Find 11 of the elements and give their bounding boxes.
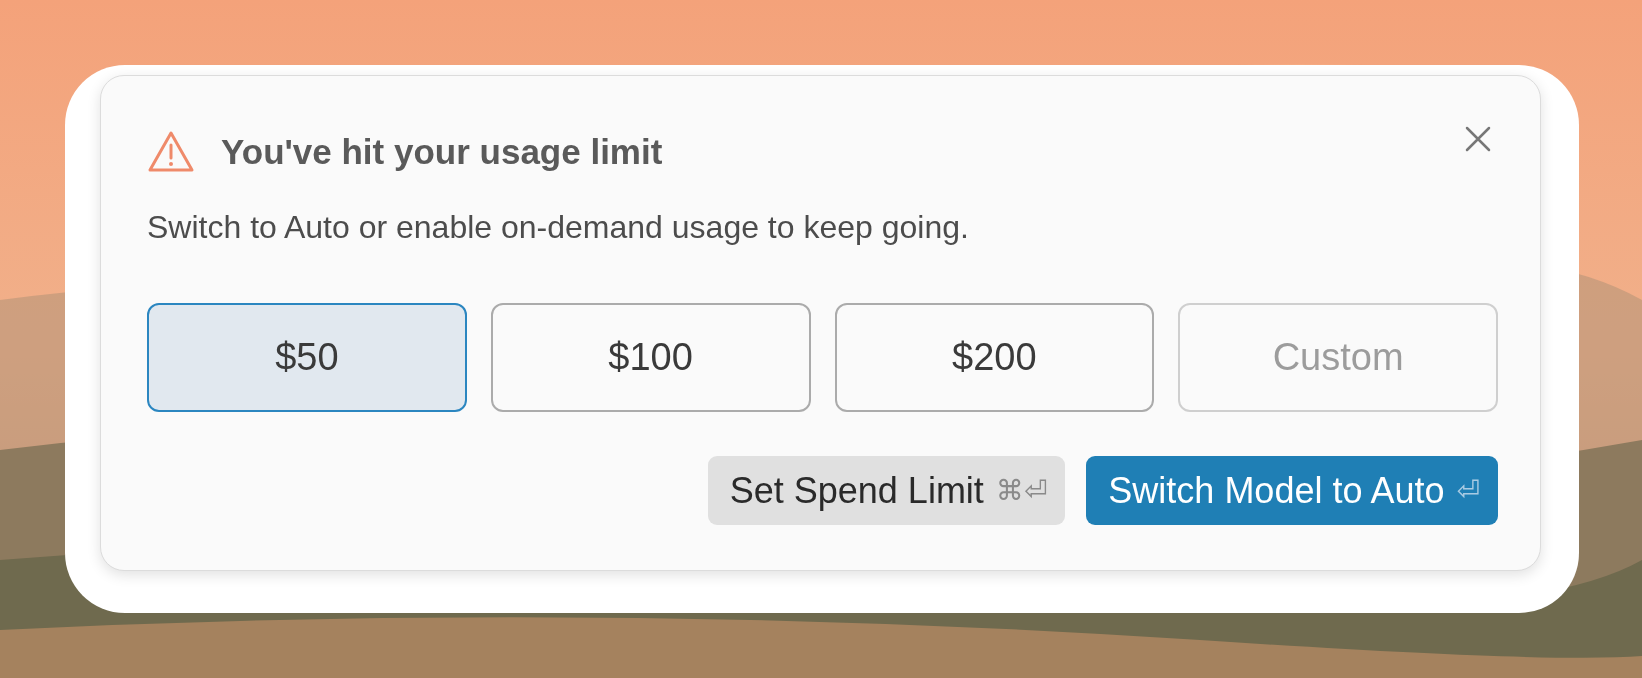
- warning-icon: [147, 130, 195, 174]
- shortcut-hint: ⌘⏎: [995, 474, 1048, 507]
- amount-button[interactable]: $100: [490, 303, 811, 412]
- dialog-title: You've hit your usage limit: [221, 132, 663, 172]
- amount-button[interactable]: $200: [834, 303, 1155, 412]
- shortcut-hint: ⏎: [1456, 474, 1480, 507]
- amount-button[interactable]: $50: [147, 303, 467, 412]
- set-spend-limit-button[interactable]: Set Spend Limit ⌘⏎: [707, 456, 1066, 525]
- switch-model-button[interactable]: Switch Model to Auto ⏎: [1086, 456, 1498, 525]
- close-icon: [1464, 125, 1492, 153]
- dialog-message: Switch to Auto or enable on-demand usage to keep going.: [147, 208, 970, 247]
